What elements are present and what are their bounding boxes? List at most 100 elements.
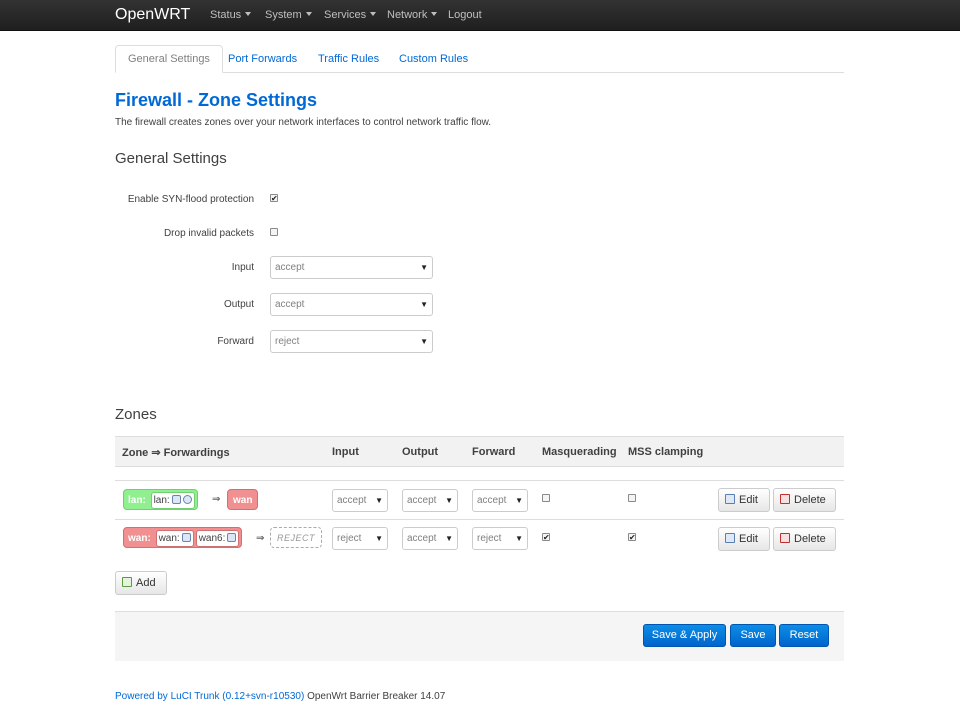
dropdown-arrow-icon: ▼ [515,496,523,505]
chevron-down-icon [370,12,377,16]
chevron-down-icon [245,12,252,16]
dropdown-arrow-icon: ▼ [420,300,428,309]
nav-services[interactable]: Services [324,9,377,21]
lan-masquerading-checkbox[interactable] [542,494,550,502]
page-description: The firewall creates zones over your net… [115,117,492,128]
syn-flood-checkbox[interactable]: ✔ [270,194,278,203]
wan-edit-button[interactable]: Edit [718,527,770,551]
wan-interface-label: wan: [158,533,180,544]
ethernet-icon [227,533,237,542]
edit-icon [725,533,735,543]
zones-title: Zones [115,406,157,423]
lan-forward-target: wan [233,495,253,506]
nav-system[interactable]: System [265,9,312,21]
wan-delete-button[interactable]: Delete [773,527,836,551]
col-forward: Forward [472,446,516,458]
lan-forward-select[interactable]: accept ▼ [472,489,528,512]
save-apply-button[interactable]: Save & Apply [643,624,726,647]
firmware-version: OpenWrt Barrier Breaker 14.07 [307,691,446,702]
lan-input-select[interactable]: accept ▼ [332,489,388,512]
reset-button[interactable]: Reset [779,624,829,647]
nav-system-label: System [265,9,302,21]
wan-target-badge: wan [227,489,259,510]
dropdown-arrow-icon: ▼ [375,496,383,505]
col-zone-forwardings: Zone ⇒ Forwardings [122,447,230,459]
tab-port-forwards[interactable]: Port Forwards [216,45,309,73]
drop-invalid-label: Drop invalid packets [163,228,254,239]
wan-forward-select[interactable]: reject ▼ [472,527,528,550]
nav-logout[interactable]: Logout [448,9,482,21]
lan-zone-badge[interactable]: lan: lan: [123,489,198,510]
input-policy-label: Input [231,262,254,273]
input-policy-select[interactable]: accept ▼ [270,256,433,279]
dropdown-arrow-icon: ▼ [375,534,383,543]
forward-arrow: ⇒ [212,494,221,505]
edit-icon [725,494,735,504]
lan-delete-label: Delete [794,494,826,506]
save-button[interactable]: Save [730,624,776,647]
page-title: Firewall - Zone Settings [115,90,318,110]
add-icon [122,577,132,587]
wan-input-value: reject [337,533,362,544]
tab-traffic-rules[interactable]: Traffic Rules [306,45,391,73]
forward-policy-value: reject [275,336,300,347]
wan-masquerading-checkbox[interactable]: ✔ [542,533,550,542]
output-policy-value: accept [275,299,305,310]
luci-link[interactable]: Powered by LuCI Trunk (0.12+svn-r10530) [115,691,304,702]
lan-delete-button[interactable]: Delete [773,488,836,512]
add-zone-label: Add [136,577,156,589]
output-policy-select[interactable]: accept ▼ [270,293,433,316]
top-navbar: OpenWRT Status System Services Network L… [0,0,960,31]
wan-delete-label: Delete [794,533,826,545]
wan-mss-clamping-checkbox[interactable]: ✔ [628,533,636,542]
wan6-interface-label: wan6: [198,533,226,544]
check-icon: ✔ [629,533,636,542]
wan6-interface-chip: wan6: [195,530,240,547]
delete-icon [780,533,790,543]
dropdown-arrow-icon: ▼ [445,534,453,543]
nav-status-label: Status [210,9,242,21]
table-divider [115,519,844,520]
forward-policy-select[interactable]: reject ▼ [270,330,433,353]
lan-edit-label: Edit [739,494,758,506]
check-icon: ✔ [271,194,278,203]
lan-edit-button[interactable]: Edit [718,488,770,512]
delete-icon [780,494,790,504]
syn-flood-label: Enable SYN-flood protection [127,194,254,205]
col-masquerading: Masquerading [542,446,617,458]
lan-output-value: accept [407,495,437,506]
lan-input-value: accept [337,495,367,506]
input-policy-value: accept [275,262,305,273]
dropdown-arrow-icon: ▼ [420,263,428,272]
lan-zone-name: lan: [128,495,146,506]
brand-logo[interactable]: OpenWRT [115,6,190,24]
ethernet-icon [171,495,181,504]
tab-custom-rules[interactable]: Custom Rules [387,45,480,73]
tab-general-settings[interactable]: General Settings [115,45,223,73]
dropdown-arrow-icon: ▼ [515,534,523,543]
drop-invalid-checkbox[interactable] [270,228,278,236]
lan-output-select[interactable]: accept ▼ [402,489,458,512]
wan-input-select[interactable]: reject ▼ [332,527,388,550]
lan-forward-value: accept [477,495,507,506]
wifi-icon [182,495,192,504]
general-settings-title: General Settings [115,150,227,167]
dropdown-arrow-icon: ▼ [420,337,428,346]
chevron-down-icon [305,12,312,16]
add-zone-button[interactable]: Add [115,571,167,595]
lan-interface-label: lan: [153,495,170,506]
zones-table-header: Zone ⇒ Forwardings Input Output Forward … [115,436,844,467]
nav-status[interactable]: Status [210,9,252,21]
dropdown-arrow-icon: ▼ [445,496,453,505]
nav-network[interactable]: Network [387,9,438,21]
wan-forward-value: reject [477,533,502,544]
check-icon: ✔ [543,533,550,542]
lan-interface-chip: lan: [150,492,195,509]
wan-interface-chip: wan: [155,530,194,547]
page-footer: Powered by LuCI Trunk (0.12+svn-r10530) … [115,691,445,702]
col-output: Output [402,446,439,458]
lan-mss-clamping-checkbox[interactable] [628,494,636,502]
wan-zone-badge[interactable]: wan: wan: wan6: [123,527,243,548]
nav-services-label: Services [324,9,367,21]
wan-output-select[interactable]: accept ▼ [402,527,458,550]
